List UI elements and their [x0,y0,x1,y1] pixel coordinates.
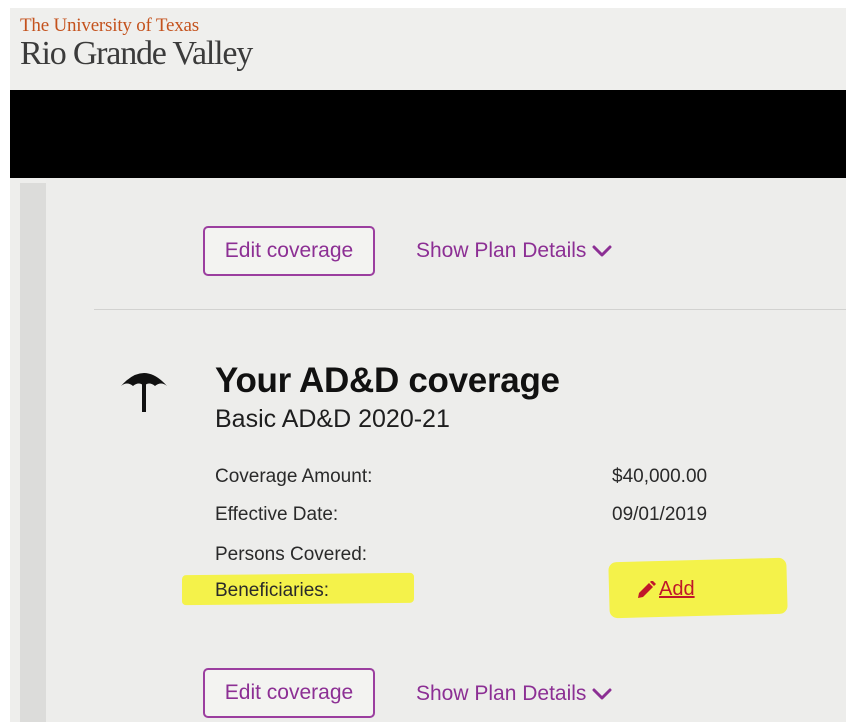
show-plan-details-label: Show Plan Details [416,682,587,705]
logo-line-1: The University of Texas [20,15,199,36]
redacted-banner [10,90,846,178]
coverage-panel: Edit coverage Show Plan Details Your AD&… [46,178,846,722]
umbrella-icon [119,364,169,421]
add-link-label: Add [659,578,695,600]
beneficiaries-label: Beneficiaries: [215,580,330,601]
show-plan-details-label: Show Plan Details [416,239,587,262]
edit-coverage-button-top[interactable]: Edit coverage [203,226,375,276]
university-logo[interactable]: The University of Texas Rio Grande Valle… [20,15,253,72]
effective-date-label: Effective Date: [215,504,339,525]
add-beneficiary-link[interactable]: Add [636,578,695,601]
coverage-amount-label: Coverage Amount: [215,466,373,487]
section-divider [94,309,846,310]
chevron-down-icon [592,245,612,257]
site-header: The University of Texas Rio Grande Valle… [10,8,846,90]
left-rail [20,183,46,722]
logo-line-2: Rio Grande Valley [20,35,253,72]
effective-date-value: 09/01/2019 [612,504,708,525]
coverage-title: Your AD&D coverage [215,361,560,400]
coverage-amount-value: $40,000.00 [612,466,708,487]
chevron-down-icon [592,688,612,700]
pencil-icon [638,580,656,598]
plan-name: Basic AD&D 2020-21 [215,405,450,433]
show-plan-details-toggle-top[interactable]: Show Plan Details [416,239,612,263]
persons-covered-label: Persons Covered: [215,544,368,565]
page: The University of Texas Rio Grande Valle… [10,8,846,722]
show-plan-details-toggle-bottom[interactable]: Show Plan Details [416,682,612,706]
edit-coverage-button-bottom[interactable]: Edit coverage [203,668,375,718]
